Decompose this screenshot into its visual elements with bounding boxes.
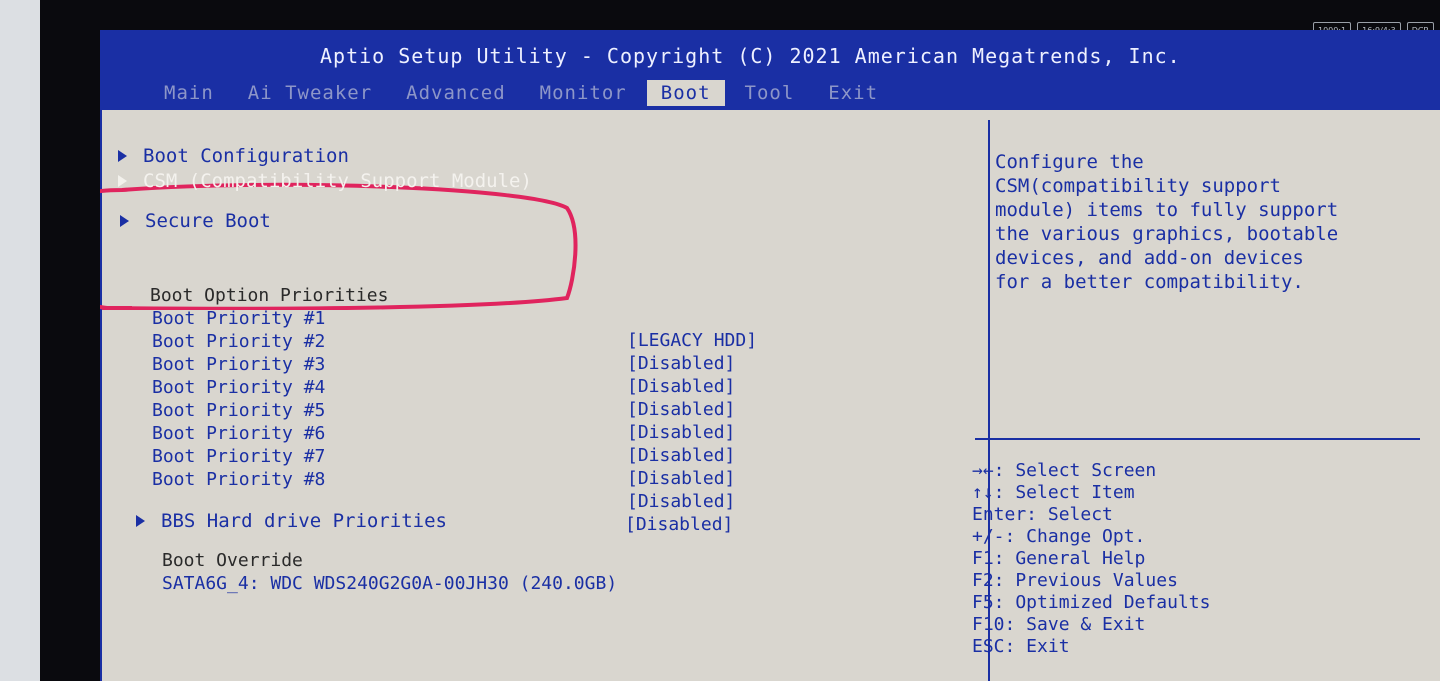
tab-main[interactable]: Main <box>150 80 228 106</box>
boot-priority-value[interactable]: [Disabled] <box>627 376 735 397</box>
boot-priority-label: Boot Priority #5 <box>152 400 326 421</box>
boot-priority-value[interactable]: [Disabled] <box>627 353 735 374</box>
tab-advanced[interactable]: Advanced <box>392 80 520 106</box>
key-hint: +/-: Change Opt. <box>972 526 1146 547</box>
boot-option-priorities-heading: Boot Option Priorities <box>150 285 389 306</box>
boot-priority-value[interactable]: [Disabled] <box>627 468 735 489</box>
boot-priority-value[interactable]: [Disabled] <box>627 399 735 420</box>
tab-monitor[interactable]: Monitor <box>526 80 641 106</box>
help-text: Configure the CSM(compatibility support … <box>995 151 1339 293</box>
boot-priority-extra-value[interactable]: [Disabled] <box>625 514 733 535</box>
menu-item-bbs-priorities[interactable]: BBS Hard drive Priorities <box>136 510 447 532</box>
bios-header: Aptio Setup Utility - Copyright (C) 2021… <box>100 30 1440 110</box>
key-hint: Enter: Select <box>972 504 1113 525</box>
tab-bar: Main Ai Tweaker Advanced Monitor Boot To… <box>150 80 898 106</box>
boot-priority-label: Boot Priority #6 <box>152 423 326 444</box>
key-hint: ESC: Exit <box>972 636 1070 657</box>
menu-label: Secure Boot <box>145 210 271 232</box>
key-hint: F5: Optimized Defaults <box>972 592 1211 613</box>
boot-priority-label: Boot Priority #8 <box>152 469 326 490</box>
boot-priority-value[interactable]: [Disabled] <box>627 491 735 512</box>
boot-priority-value[interactable]: [LEGACY HDD] <box>627 330 757 351</box>
boot-priority-label: Boot Priority #4 <box>152 377 326 398</box>
boot-priority-label: Boot Priority #1 <box>152 308 326 329</box>
bios-title: Aptio Setup Utility - Copyright (C) 2021… <box>320 44 1181 68</box>
menu-item-csm[interactable]: CSM (Compatibility Support Module) <box>118 170 532 192</box>
submenu-arrow-icon <box>120 215 129 227</box>
menu-label: BBS Hard drive Priorities <box>161 510 447 532</box>
menu-item-boot-configuration[interactable]: Boot Configuration <box>118 145 349 167</box>
key-hint: →←: Select Screen <box>972 460 1157 481</box>
boot-override-device[interactable]: SATA6G_4: WDC WDS240G2G0A-00JH30 (240.0G… <box>162 573 617 594</box>
bios-screen: Aptio Setup Utility - Copyright (C) 2021… <box>100 30 1440 681</box>
key-hint: ↑↓: Select Item <box>972 482 1135 503</box>
help-separator <box>975 438 1420 440</box>
boot-priority-label: Boot Priority #7 <box>152 446 326 467</box>
boot-menu-panel: Boot Configuration CSM (Compatibility Su… <box>100 110 982 681</box>
key-hint: F10: Save & Exit <box>972 614 1146 635</box>
key-hint: F1: General Help <box>972 548 1146 569</box>
boot-priority-value[interactable]: [Disabled] <box>627 422 735 443</box>
tab-ai-tweaker[interactable]: Ai Tweaker <box>234 80 386 106</box>
submenu-arrow-icon <box>118 150 127 162</box>
tab-tool[interactable]: Tool <box>731 80 809 106</box>
menu-label: Boot Configuration <box>143 145 349 167</box>
tab-exit[interactable]: Exit <box>814 80 892 106</box>
key-hint: F2: Previous Values <box>972 570 1178 591</box>
key-legend: →←: Select Screen ↑↓: Select Item Enter:… <box>972 460 1210 658</box>
menu-item-secure-boot[interactable]: Secure Boot <box>120 210 271 232</box>
submenu-arrow-icon <box>118 175 127 187</box>
menu-label: CSM (Compatibility Support Module) <box>143 170 532 192</box>
boot-priority-value[interactable]: [Disabled] <box>627 445 735 466</box>
tab-boot[interactable]: Boot <box>646 80 725 106</box>
boot-priority-label: Boot Priority #2 <box>152 331 326 352</box>
boot-override-heading: Boot Override <box>162 550 303 571</box>
boot-priority-label: Boot Priority #3 <box>152 354 326 375</box>
submenu-arrow-icon <box>136 515 145 527</box>
